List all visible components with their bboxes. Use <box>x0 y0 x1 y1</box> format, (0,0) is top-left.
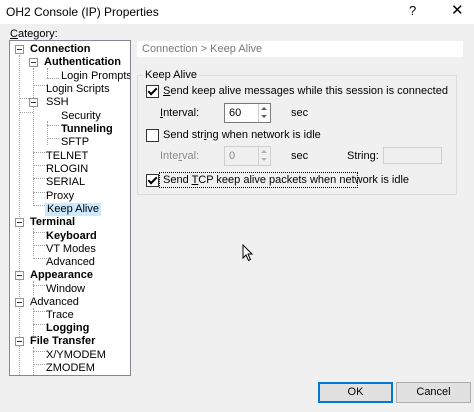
cancel-button[interactable]: Cancel <box>396 382 471 403</box>
tree-item-appearance[interactable]: Appearance <box>30 269 93 282</box>
tree-item-serial[interactable]: SERIAL <box>46 176 85 189</box>
collapse-file-transfer-icon[interactable] <box>15 337 24 346</box>
interval2-spinner[interactable]: 0 <box>224 146 271 166</box>
collapse-ssh-icon[interactable] <box>29 98 38 107</box>
string-input[interactable] <box>383 147 442 164</box>
tree-item-window[interactable]: Window <box>46 283 85 296</box>
tree-item-terminal[interactable]: Terminal <box>30 216 75 229</box>
tree-item-logging[interactable]: Logging <box>46 322 89 335</box>
ok-button[interactable]: OK <box>318 382 393 403</box>
tree-item-sftp[interactable]: SFTP <box>61 136 89 149</box>
interval2-spin-arrows[interactable] <box>258 147 270 165</box>
tree-item-file-transfer[interactable]: File Transfer <box>30 335 95 348</box>
tree-item-vt-modes[interactable]: VT Modes <box>46 243 96 256</box>
string-label: String: <box>347 150 379 162</box>
tree-item-login-scripts[interactable]: Login Scripts <box>46 83 110 96</box>
send-string-checkbox[interactable] <box>146 129 159 142</box>
interval2-label: Interval: <box>160 150 200 162</box>
interval-unit: sec <box>291 107 309 119</box>
interval2-unit: sec <box>291 150 309 162</box>
interval-value: 60 <box>229 107 242 119</box>
category-tree[interactable]: Connection Authentication Login Prompts … <box>9 40 131 376</box>
tree-item-keep-alive[interactable]: Keep Alive <box>45 203 101 216</box>
help-button[interactable]: ? <box>409 3 416 18</box>
tree-item-trace[interactable]: Trace <box>46 309 74 322</box>
tree-item-authentication[interactable]: Authentication <box>44 56 121 69</box>
window-title: OH2 Console (IP) Properties <box>6 5 159 19</box>
collapse-connection-icon[interactable] <box>15 45 24 54</box>
tree-item-zmodem[interactable]: ZMODEM <box>46 362 95 375</box>
send-tcp-checkbox[interactable] <box>146 174 159 187</box>
collapse-authentication-icon[interactable] <box>29 58 38 67</box>
tree-item-proxy[interactable]: Proxy <box>46 190 74 203</box>
interval-spinner[interactable]: 60 <box>224 103 271 123</box>
page-header: Connection > Keep Alive <box>137 41 463 57</box>
interval-spin-arrows[interactable] <box>258 104 270 122</box>
tree-item-rlogin[interactable]: RLOGIN <box>46 163 88 176</box>
send-keepalive-label: Send keep alive messages while this sess… <box>163 85 448 97</box>
tree-item-telnet[interactable]: TELNET <box>46 150 88 163</box>
tree-item-connection[interactable]: Connection <box>30 43 91 56</box>
title-bar: OH2 Console (IP) Properties ? ✕ <box>0 0 474 24</box>
close-button[interactable]: ✕ <box>451 1 464 19</box>
send-string-label: Send string when network is idle <box>163 129 321 141</box>
category-label: Category: <box>10 28 58 40</box>
group-title: Keep Alive <box>143 69 199 81</box>
collapse-terminal-icon[interactable] <box>15 218 24 227</box>
interval2-value: 0 <box>229 150 236 162</box>
send-tcp-label: Send TCP keep alive packets when network… <box>163 174 410 186</box>
tree-item-tunneling[interactable]: Tunneling <box>61 123 113 136</box>
send-keepalive-checkbox[interactable] <box>146 85 159 98</box>
tree-item-advanced[interactable]: Advanced <box>30 296 79 309</box>
mouse-cursor-icon <box>242 244 254 262</box>
collapse-appearance-icon[interactable] <box>15 271 24 280</box>
tree-item-security[interactable]: Security <box>61 110 101 123</box>
tree-item-keyboard[interactable]: Keyboard <box>46 230 97 243</box>
tree-item-xymodem[interactable]: X/YMODEM <box>46 349 106 362</box>
collapse-advanced-icon[interactable] <box>15 298 24 307</box>
interval-label: Interval: <box>160 107 200 119</box>
tree-item-ssh[interactable]: SSH <box>46 96 69 109</box>
tree-item-login-prompts[interactable]: Login Prompts <box>61 70 130 83</box>
tree-item-terminal-advanced[interactable]: Advanced <box>46 256 95 269</box>
